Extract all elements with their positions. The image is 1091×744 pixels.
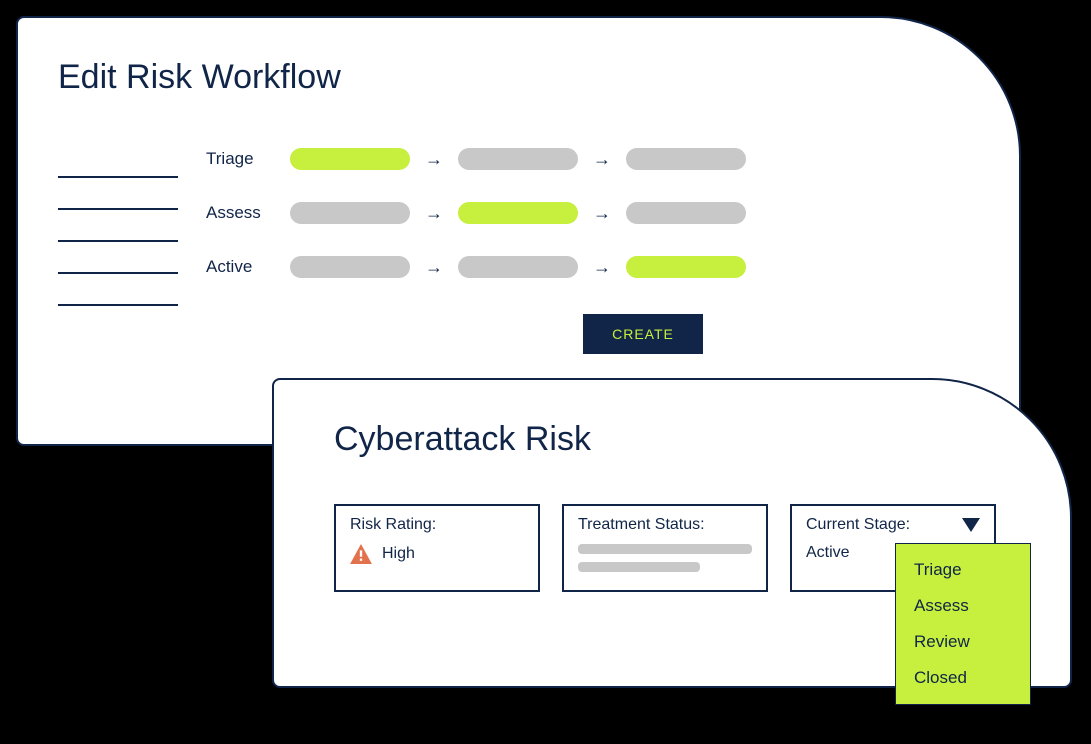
arrow-right-icon: → — [590, 257, 614, 278]
stage-pill[interactable] — [458, 256, 578, 278]
workflow-rows: Triage → → Assess → → Active → → — [206, 146, 746, 308]
placeholder-line — [578, 562, 700, 572]
risk-rating-card: Risk Rating: High — [334, 504, 540, 592]
stage-pill[interactable] — [458, 148, 578, 170]
stage-pill[interactable] — [626, 202, 746, 224]
placeholder-line — [578, 544, 752, 554]
risk-title: Cyberattack Risk — [334, 420, 591, 459]
workflow-row-triage: Triage → → — [206, 146, 746, 172]
sidebar-line — [58, 178, 178, 210]
stage-pill[interactable] — [626, 256, 746, 278]
arrow-right-icon: → — [590, 149, 614, 170]
sidebar-line — [58, 274, 178, 306]
risk-rating-value: High — [382, 545, 415, 563]
arrow-right-icon: → — [422, 203, 446, 224]
workflow-row-label: Active — [206, 257, 278, 277]
create-button[interactable]: CREATE — [583, 314, 703, 354]
dropdown-option-closed[interactable]: Closed — [896, 660, 1030, 696]
stage-pill[interactable] — [458, 202, 578, 224]
sidebar-line — [58, 146, 178, 178]
dropdown-option-triage[interactable]: Triage — [896, 552, 1030, 588]
stage-pill[interactable] — [290, 256, 410, 278]
arrow-right-icon: → — [422, 257, 446, 278]
chevron-down-icon[interactable] — [962, 518, 980, 532]
sidebar-lines — [58, 146, 178, 306]
sidebar-line — [58, 210, 178, 242]
current-stage-dropdown[interactable]: Triage Assess Review Closed — [895, 543, 1031, 705]
current-stage-label: Current Stage: — [806, 516, 910, 534]
stage-pill[interactable] — [290, 148, 410, 170]
stage-pill[interactable] — [626, 148, 746, 170]
treatment-status-label: Treatment Status: — [578, 516, 752, 534]
workflow-row-assess: Assess → → — [206, 200, 746, 226]
sidebar-line — [58, 242, 178, 274]
arrow-right-icon: → — [422, 149, 446, 170]
arrow-right-icon: → — [590, 203, 614, 224]
dropdown-option-review[interactable]: Review — [896, 624, 1030, 660]
treatment-status-card: Treatment Status: — [562, 504, 768, 592]
dropdown-option-assess[interactable]: Assess — [896, 588, 1030, 624]
workflow-row-label: Assess — [206, 203, 278, 223]
workflow-row-label: Triage — [206, 149, 278, 169]
warning-icon — [350, 544, 372, 564]
workflow-row-active: Active → → — [206, 254, 746, 280]
workflow-title: Edit Risk Workflow — [58, 58, 341, 97]
risk-rating-label: Risk Rating: — [350, 516, 524, 534]
stage-pill[interactable] — [290, 202, 410, 224]
